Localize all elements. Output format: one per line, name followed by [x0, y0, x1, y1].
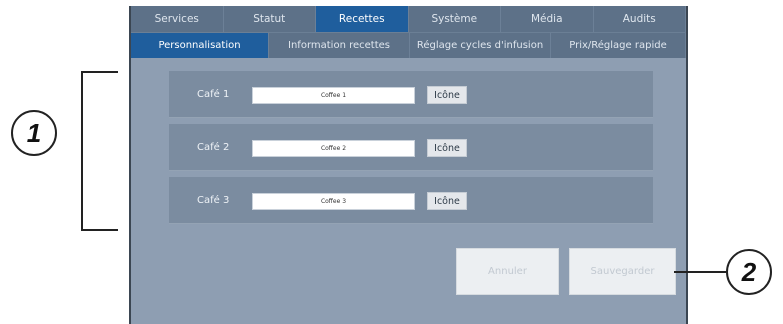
coffee-label-2: Café 2 — [197, 141, 230, 153]
tab-information-recettes[interactable]: Information recettes — [269, 33, 410, 58]
coffee-label-3: Café 3 — [197, 194, 230, 206]
coffee-row-1: Café 1 Coffee 1 Icône — [169, 71, 653, 118]
secondary-tab-bar: Personnalisation Information recettes Ré… — [131, 32, 686, 58]
coffee-rows-bracket — [81, 71, 118, 231]
tab-statut[interactable]: Statut — [224, 6, 316, 32]
callout-2-leader — [674, 271, 726, 273]
icon-button-1[interactable]: Icône — [427, 86, 467, 104]
coffee-row-3: Café 3 Coffee 3 Icône — [169, 177, 653, 224]
tab-services[interactable]: Services — [131, 6, 224, 32]
tab-systeme[interactable]: Système — [409, 6, 501, 32]
tab-recettes[interactable]: Recettes — [316, 6, 409, 32]
coffee-name-input-3[interactable]: Coffee 3 — [252, 193, 415, 210]
coffee-row-2: Café 2 Coffee 2 Icône — [169, 124, 653, 171]
cancel-button[interactable]: Annuler — [456, 248, 559, 295]
icon-button-3[interactable]: Icône — [427, 192, 467, 210]
recipe-personalization-screen: Services Statut Recettes Système Média A… — [129, 6, 688, 324]
callout-2: 2 — [726, 249, 772, 295]
coffee-name-input-2[interactable]: Coffee 2 — [252, 140, 415, 157]
tab-personnalisation[interactable]: Personnalisation — [131, 33, 269, 58]
tab-audits[interactable]: Audits — [594, 6, 686, 32]
coffee-name-input-1[interactable]: Coffee 1 — [252, 87, 415, 104]
tab-prix-reglage-rapide[interactable]: Prix/Réglage rapide — [551, 33, 686, 58]
tab-media[interactable]: Média — [501, 6, 594, 32]
primary-tab-bar: Services Statut Recettes Système Média A… — [131, 6, 686, 32]
save-button[interactable]: Sauvegarder — [569, 248, 676, 295]
callout-1: 1 — [11, 110, 57, 156]
tab-reglage-cycles-infusion[interactable]: Réglage cycles d'infusion — [410, 33, 551, 58]
icon-button-2[interactable]: Icône — [427, 139, 467, 157]
coffee-label-1: Café 1 — [197, 88, 230, 100]
